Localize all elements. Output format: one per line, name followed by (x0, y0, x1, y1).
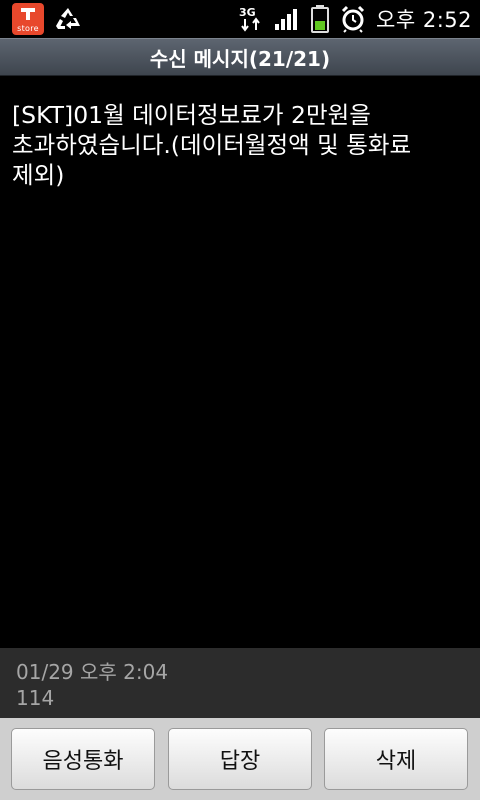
voice-call-button[interactable]: 음성통화 (11, 728, 155, 790)
tstore-icon: store (12, 3, 44, 35)
page-title: 수신 메시지(21/21) (149, 46, 331, 71)
signal-icon (274, 7, 300, 31)
reply-button[interactable]: 답장 (168, 728, 312, 790)
alarm-icon (340, 5, 366, 33)
3g-data-icon: 3G (238, 5, 264, 33)
status-clock: 오후 2:52 (376, 8, 472, 32)
tstore-label: store (17, 24, 39, 33)
message-info: 01/29 오후 2:04 114 (0, 648, 480, 718)
status-bar: store 3G 오후 2:52 (0, 0, 480, 38)
message-date: 01/29 오후 2:04 (16, 660, 169, 684)
recycle-icon (54, 6, 82, 32)
message-body: [SKT]01월 데이터정보료가 2만원을 초과하였습니다.(데이터월정액 및 … (12, 101, 412, 189)
delete-button[interactable]: 삭제 (324, 728, 468, 790)
battery-icon (310, 4, 330, 34)
status-left: store (0, 0, 82, 38)
network-label: 3G (239, 6, 256, 19)
message-sender: 114 (16, 686, 55, 710)
tstore-logo (21, 8, 35, 20)
button-bar: 음성통화 답장 삭제 (0, 718, 480, 800)
status-right: 3G 오후 2:52 (238, 0, 480, 38)
title-bar: 수신 메시지(21/21) (0, 38, 480, 76)
